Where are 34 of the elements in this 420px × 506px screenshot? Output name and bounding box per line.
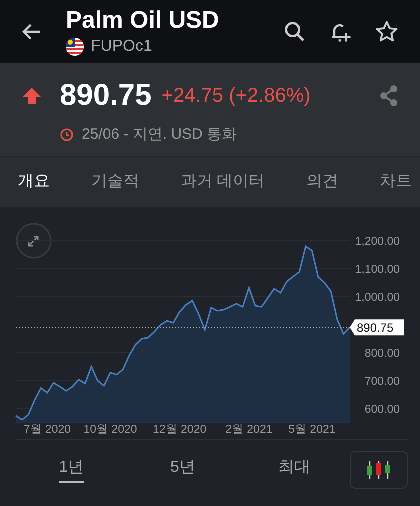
tab[interactable]: 기술적 [91, 157, 140, 207]
delay-note: 25/06 - 지연. USD 통화 [82, 125, 238, 144]
x-axis-label: 7월 2020 [24, 424, 72, 436]
y-axis-label: 1,000.00 [355, 292, 400, 304]
y-axis-label: 1,100.00 [355, 264, 400, 276]
x-axis-label: 2월 2021 [226, 424, 273, 436]
y-axis-label: 600.00 [364, 404, 400, 416]
flag-icon [66, 38, 84, 56]
tab[interactable]: 개요 [18, 157, 50, 207]
x-axis-label: 12월 2020 [153, 424, 207, 436]
tab[interactable]: 차트 [380, 157, 412, 207]
clock-icon [60, 128, 74, 142]
y-axis-label: 800.00 [364, 348, 400, 360]
candlestick-icon [366, 460, 392, 480]
ref-line-label: 890.75 [357, 321, 394, 336]
star-icon[interactable] [374, 18, 400, 44]
x-axis-label: 5월 2021 [288, 424, 336, 436]
range-tab[interactable]: 1년 [59, 457, 84, 483]
tab[interactable]: 의견 [306, 157, 339, 207]
tab[interactable]: 과거 데이터 [180, 157, 266, 207]
range-tab[interactable]: 최대 [278, 457, 310, 483]
range-tab[interactable]: 5년 [170, 457, 196, 483]
candlestick-button[interactable] [350, 451, 408, 489]
price-change: +24.75 (+2.86%) [162, 84, 311, 108]
y-axis-label: 700.00 [364, 376, 400, 388]
expand-button[interactable] [16, 223, 52, 259]
last-price-tag: 890.75 [350, 320, 404, 336]
symbol-code: FUPOc1 [91, 38, 152, 56]
instrument-title: Palm Oil USD [66, 7, 220, 35]
y-axis-label: 1,200.00 [355, 236, 400, 248]
price-value: 890.75 [60, 79, 152, 113]
share-icon[interactable] [378, 84, 400, 108]
up-arrow-icon [22, 87, 42, 105]
x-axis-label: 10월 2020 [84, 424, 138, 436]
